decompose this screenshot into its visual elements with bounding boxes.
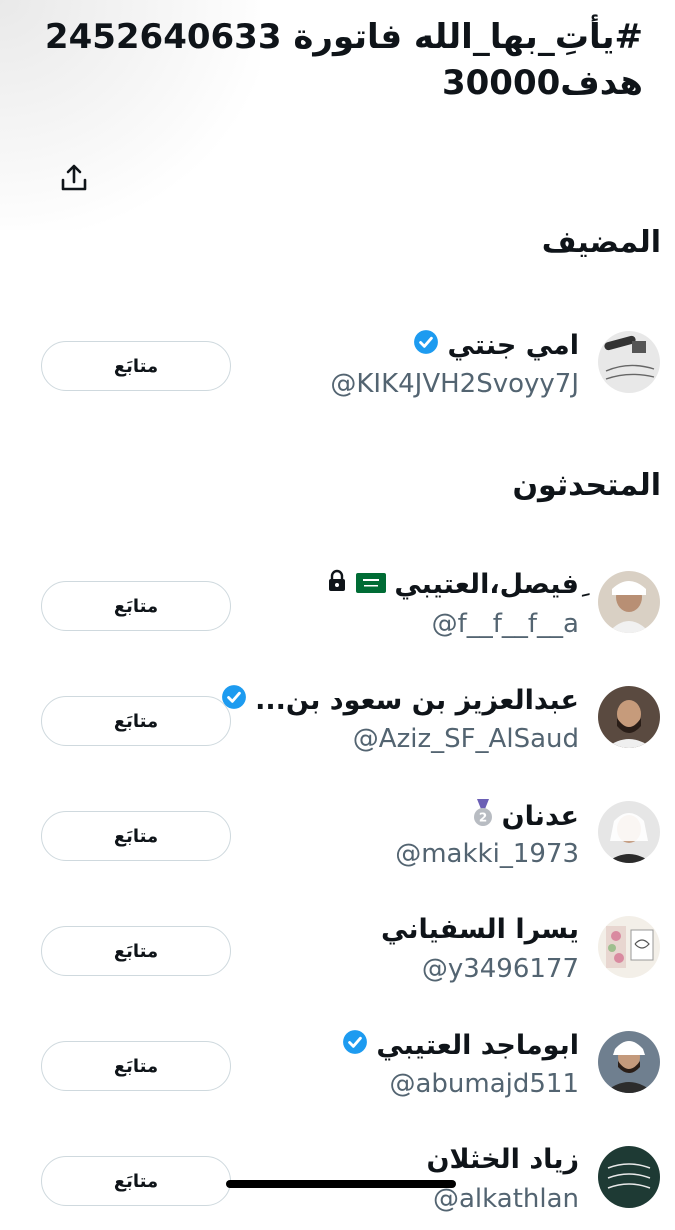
speaker-name-text: عبدالعزيز بن سعود بن... [255,685,579,716]
speaker-handle[interactable]: @f__f__f__a [432,609,579,639]
speaker-name[interactable]: عدنان 2 [472,799,579,834]
follow-button[interactable]: متابَع [41,341,231,391]
host-row: متابَع امي جنتي @KIK4JVH2Svoyy7J [0,325,675,415]
speaker-row: متابَع ِفيصل،العتيبي @f__f__f__a [0,565,675,655]
home-indicator[interactable] [226,1180,456,1188]
speaker-name-text: زياد الخثلان [426,1144,580,1175]
follow-button[interactable]: متابَع [41,581,231,631]
svg-text:2: 2 [478,811,486,825]
follow-button[interactable]: متابَع [41,926,231,976]
speaker-name-text: يسرا السفياني [381,914,579,945]
speaker-name[interactable]: ابوماجد العتيبي [342,1029,579,1062]
follow-button[interactable]: متابَع [41,696,231,746]
host-handle[interactable]: @KIK4JVH2Svoyy7J [330,369,579,399]
avatar[interactable] [598,916,660,978]
lock-icon [326,569,348,600]
avatar[interactable] [598,801,660,863]
host-name[interactable]: امي جنتي [413,329,579,362]
follow-button[interactable]: متابَع [41,1041,231,1091]
speaker-name-text: ِفيصل،العتيبي [394,569,579,600]
speaker-handle[interactable]: @alkathlan [433,1184,579,1214]
speakers-section-heading: المتحدثون [512,468,661,503]
verified-icon [413,329,439,362]
follow-button[interactable]: متابَع [41,811,231,861]
avatar[interactable] [598,1146,660,1208]
speaker-name[interactable]: يسرا السفياني [381,914,579,945]
speaker-row: متابَع عدنان 2 @makki_1973 [0,795,675,885]
medal-2-icon: 2 [472,799,494,834]
speaker-handle[interactable]: @y3496177 [422,954,579,984]
avatar[interactable] [598,571,660,633]
saudi-flag-icon [356,569,387,600]
share-icon[interactable] [58,162,90,194]
avatar[interactable] [598,1031,660,1093]
speaker-handle[interactable]: @Aziz_SF_AlSaud [353,724,579,754]
verified-icon [221,684,247,717]
speaker-name-text: عدنان [501,801,579,832]
speaker-name[interactable]: زياد الخثلان [427,1144,580,1175]
speaker-row: متابَع يسرا السفياني @y3496177 [0,910,675,1000]
host-section-heading: المضيف [541,225,661,260]
host-name-text: امي جنتي [447,330,579,361]
speaker-name[interactable]: ِفيصل،العتيبي [326,569,579,600]
speaker-handle[interactable]: @abumajd511 [389,1069,579,1099]
space-title: #يأتِ_بها_الله فاتورة 2452640633 هدف3000… [44,17,643,103]
avatar[interactable] [598,686,660,748]
speaker-handle[interactable]: @makki_1973 [395,839,579,869]
speaker-row: متابَع ابوماجد العتيبي @abumajd511 [0,1025,675,1115]
speaker-name[interactable]: عبدالعزيز بن سعود بن... [221,684,579,717]
avatar[interactable] [598,331,660,393]
verified-icon [342,1029,368,1062]
speaker-name-text: ابوماجد العتيبي [376,1030,579,1061]
follow-button[interactable]: متابَع [41,1156,231,1206]
speaker-row: متابَع عبدالعزيز بن سعود بن... @Aziz_SF_… [0,680,675,770]
